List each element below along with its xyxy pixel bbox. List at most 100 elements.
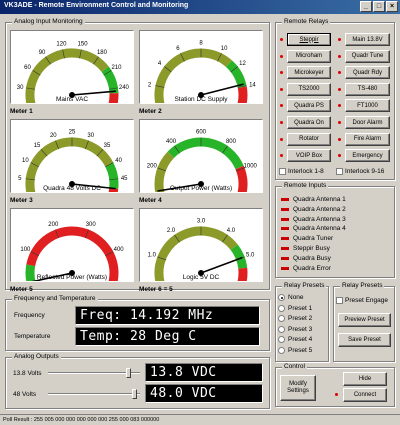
connect-button[interactable]: Connect [343,388,387,402]
temperature-label: Temperature [14,333,51,340]
interlock-1-8-checkbox[interactable] [279,168,286,175]
preset-radio-option[interactable]: Preset 3 [278,325,312,333]
relay-button-microkeyer[interactable]: Microkeyer [287,66,331,80]
relay-button-ts-480[interactable]: TS-480 [345,82,390,96]
meter-tick-label: 1.0 [148,253,157,259]
analog-outputs-title: Analog Outputs [12,353,61,360]
preset-radio-option[interactable]: Preset 1 [278,304,312,312]
relay-button-ft1000[interactable]: FT1000 [345,99,390,113]
meter-gauge: 246810121416Station DC Supply [148,41,256,113]
output-2-display: 48.0 VDC [145,384,263,403]
meter-tick-label: 180 [97,50,108,56]
relay-button-door-alarm[interactable]: Door Alarm [345,116,390,129]
input-row: Quadra Busy [281,254,331,263]
connect-status-led [335,393,338,396]
input-label: Quadra Antenna 4 [293,225,346,233]
radio-button[interactable] [278,336,285,343]
input-label: Quadra Busy [293,254,331,262]
relay-button-fire-alarm[interactable]: Fire Alarm [345,132,390,146]
relay-button-microham[interactable]: Microham [287,49,331,63]
relay-button-quadra-on[interactable]: Quadra On [287,116,331,129]
temperature-display: Temp: 28 Deg C [75,327,260,346]
hide-button[interactable]: Hide [343,372,387,386]
meter-gauge: 20040060080010001200Output Power (Watts) [147,130,259,202]
radio-label: None [288,294,304,301]
meter-caption: Meter 5 [10,286,33,293]
preset-radio-option[interactable]: Preset 5 [278,346,312,354]
output-2-label: 48 Volts [13,391,37,398]
output-1-label: 13.8 Volts [13,370,42,377]
radio-button[interactable] [278,346,285,354]
relay-button-quadra-ps[interactable]: Quadra PS [287,99,331,113]
preset-engage-checkbox[interactable] [336,297,343,304]
meter-caption: Meter 2 [139,108,162,115]
preview-preset-button[interactable]: Preview Preset [338,313,391,327]
meter-caption: Meter 3 [10,197,33,204]
preset-radio-option[interactable]: Preset 4 [278,336,312,343]
meter-arc-danger [237,86,248,107]
status-text: Poll Result : 255 005 000 000 000 000 00… [3,417,160,423]
meter-label: Station DC Supply [174,96,228,103]
meter-tick-label: 5.0 [246,253,255,259]
relay-button-main-13-8v[interactable]: Main 13.8V [345,33,390,46]
output-1-slider[interactable] [48,368,140,378]
meter-tick-label: 800 [226,139,237,145]
meter-tick-label: 14 [249,82,256,88]
slider-thumb[interactable] [126,368,132,378]
preset-radio-option[interactable]: Preset 2 [278,315,312,322]
relay-status-led [280,87,283,91]
relay-presets-radio-title: Relay Presets [282,282,327,289]
meter-arc-danger [235,165,248,196]
slider-thumb[interactable] [131,389,137,399]
input-status-led [281,217,289,221]
meter-tick-label: 240 [119,85,130,91]
preset-radio-option[interactable]: None [278,294,304,301]
radio-button[interactable] [278,325,285,333]
analog-input-title: Analog Input Monitoring [12,18,85,25]
close-icon[interactable]: × [386,1,398,12]
relay-button-ts2000[interactable]: TS2000 [287,82,331,96]
meter-label: Mains VAC [56,96,88,103]
meter-tick-label: 10 [22,158,29,164]
relay-button-quadr-rdy[interactable]: Quadr Rdy [345,66,390,80]
radio-button[interactable] [278,304,285,312]
remote-inputs-title: Remote Inputs [282,182,329,189]
meter-tick-label: 20 [50,133,57,139]
interlock-1-8[interactable]: Interlock 1-8 [279,168,324,175]
relay-button-emergency[interactable]: Emergency [345,149,390,163]
input-status-led [281,207,289,211]
relay-button-rotator[interactable]: Rotator [287,132,331,146]
output-2-slider[interactable] [48,389,140,399]
meter-label: Reflected Power (Watts) [37,274,107,281]
input-label: Quadra Tuner [293,235,334,243]
input-row: Quadra Antenna 3 [281,215,346,224]
relay-status-led [338,87,341,91]
input-row: Quadra Tuner [281,234,333,243]
maximize-icon[interactable]: □ [373,1,385,12]
input-status-led [281,237,289,241]
meter-tick-label: 60 [24,65,31,71]
radio-button[interactable] [278,294,285,301]
meter-label: Output Power (Watts) [170,185,232,192]
radio-button[interactable] [278,315,285,322]
meter-caption: Meter 6 = 5 [139,286,173,293]
meter-tick-label: 600 [196,130,207,136]
modify-settings-button[interactable]: Modify Settings [280,375,316,401]
frequency-display: Freq: 14.192 MHz [75,306,260,325]
relay-button-voip-box[interactable]: VOIP Box [287,149,331,163]
preset-engage[interactable]: Preset Engage [336,297,388,304]
relay-button-quadr-tune[interactable]: Quadr Tune [345,49,390,63]
relay-button-steppir[interactable]: Steppir [287,33,331,46]
relay-status-led [338,38,341,41]
minimize-icon[interactable]: _ [360,1,372,12]
meter-gauge: 100200300400500Reflected Power (Watts) [20,222,128,290]
interlock-9-16-checkbox[interactable] [336,168,343,175]
interlock-1-8-label: Interlock 1-8 [288,168,324,175]
relay-status-led [280,137,283,141]
meter-4: 20040060080010001200Output Power (Watts) [139,119,263,202]
meter-5: 100200300400500Reflected Power (Watts) [10,208,134,290]
save-preset-button[interactable]: Save Preset [338,333,391,347]
output-1-display: 13.8 VDC [145,363,263,382]
interlock-9-16[interactable]: Interlock 9-16 [336,168,384,175]
input-row: Quadra Antenna 1 [281,195,346,204]
